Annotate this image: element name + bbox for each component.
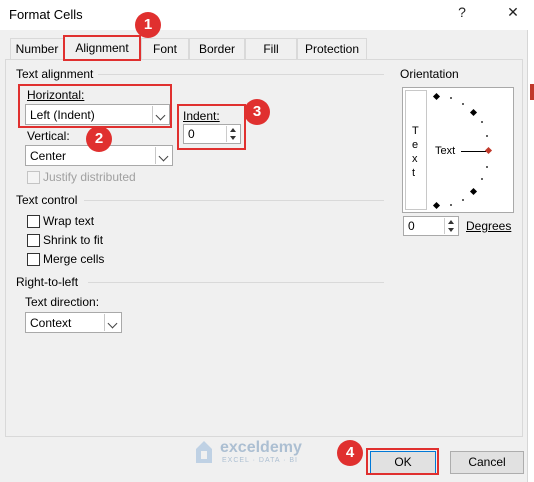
tab-alignment[interactable]: Alignment [63, 35, 141, 61]
wrap-text-label: Wrap text [43, 214, 95, 228]
angle-dot-icon[interactable] [486, 166, 488, 168]
degrees-spinner[interactable]: 0 [403, 216, 459, 236]
shrink-to-fit-label: Shrink to fit [43, 233, 104, 247]
justify-distributed-checkbox[interactable] [27, 171, 40, 184]
merge-cells-label: Merge cells [43, 252, 105, 266]
background-sheet-edge [527, 30, 534, 482]
vertical-text-button[interactable]: T e x t [405, 90, 427, 210]
close-icon[interactable]: ✕ [503, 4, 523, 21]
justify-distributed-label: Justify distributed [43, 170, 136, 184]
text-direction-select[interactable]: Context [25, 312, 122, 333]
orientation-pointer-line [461, 151, 486, 152]
degrees-label: Degrees [466, 219, 512, 233]
text-control-heading: Text control [16, 193, 78, 207]
highlight-ok [366, 448, 439, 475]
tab-font[interactable]: Font [141, 38, 189, 60]
tab-fill[interactable]: Fill [245, 38, 297, 60]
watermark-tagline: EXCEL · DATA · BI [222, 457, 298, 464]
merge-cells-checkbox[interactable] [27, 253, 40, 266]
spin-buttons[interactable] [444, 218, 457, 234]
angle-dot-icon[interactable] [481, 121, 483, 123]
sheet-red-marker [530, 84, 534, 100]
wrap-text-checkbox[interactable] [27, 215, 40, 228]
callout-badge-1: 1 [135, 12, 161, 38]
divider [84, 200, 384, 201]
vertical-text-letter: t [412, 167, 416, 179]
help-icon[interactable]: ? [452, 4, 472, 20]
highlight-horizontal [18, 84, 172, 128]
chevron-down-icon[interactable] [104, 314, 120, 331]
text-direction-label: Text direction: [25, 295, 100, 309]
angle-dot-icon[interactable] [481, 178, 483, 180]
watermark-logo: exceldemy EXCEL · DATA · BI [192, 437, 352, 472]
dialog-title: Format Cells [9, 7, 83, 22]
format-cells-dialog: Format Cells ? ✕ Number Alignment Font B… [0, 0, 534, 482]
callout-badge-3: 3 [244, 99, 270, 125]
degrees-value: 0 [408, 219, 415, 233]
angle-dot-icon[interactable] [486, 135, 488, 137]
angle-dot-icon[interactable] [462, 199, 464, 201]
text-direction-value: Context [30, 316, 72, 330]
spin-up-icon[interactable] [448, 220, 454, 224]
orientation-heading: Orientation [400, 67, 459, 81]
vertical-value: Center [30, 149, 67, 163]
divider [98, 74, 384, 75]
highlight-indent [177, 104, 246, 150]
angle-dot-icon[interactable] [450, 97, 452, 99]
vertical-text-letter: T [412, 125, 419, 137]
divider [88, 282, 384, 283]
callout-badge-2: 2 [86, 126, 112, 152]
tab-number[interactable]: Number [10, 38, 64, 60]
tab-protection[interactable]: Protection [297, 38, 367, 60]
angle-dot-icon[interactable] [450, 204, 452, 206]
angle-dot-icon[interactable] [462, 103, 464, 105]
vertical-label: Vertical: [27, 129, 70, 143]
cancel-button[interactable]: Cancel [450, 451, 524, 474]
right-to-left-heading: Right-to-left [16, 275, 79, 289]
vertical-text-letter: e [412, 139, 419, 151]
callout-badge-4: 4 [337, 440, 363, 466]
tab-border[interactable]: Border [189, 38, 245, 60]
watermark-name: exceldemy [220, 439, 302, 456]
shrink-to-fit-checkbox[interactable] [27, 234, 40, 247]
orientation-text-label: Text [435, 145, 456, 157]
spin-down-icon[interactable] [448, 228, 454, 232]
chevron-down-icon[interactable] [155, 147, 171, 164]
vertical-text-letter: x [412, 153, 418, 165]
text-alignment-heading: Text alignment [16, 67, 94, 81]
title-bar: Format Cells ? ✕ [0, 0, 534, 30]
